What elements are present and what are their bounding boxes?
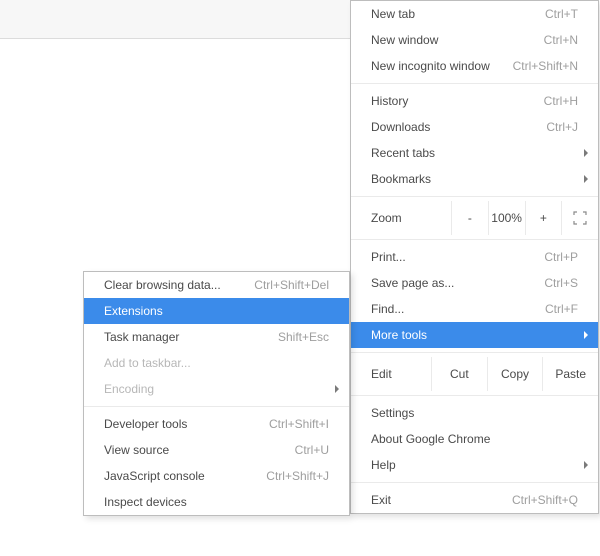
menu-item-label: Inspect devices (104, 494, 329, 510)
menu-item-bookmarks[interactable]: Bookmarks (351, 166, 598, 192)
menu-item-label: Exit (371, 492, 500, 508)
browser-toolbar-strip (0, 0, 350, 39)
menu-item-shortcut: Ctrl+T (533, 6, 578, 22)
menu-item-extensions[interactable]: Extensions (84, 298, 349, 324)
zoom-value: 100% (488, 201, 525, 235)
menu-item-label: JavaScript console (104, 468, 254, 484)
menu-item-settings[interactable]: Settings (351, 400, 598, 426)
submenu-arrow-icon (584, 461, 588, 469)
menu-item-shortcut: Ctrl+F (533, 301, 578, 317)
menu-item-save-page[interactable]: Save page as... Ctrl+S (351, 270, 598, 296)
menu-separator (351, 83, 598, 84)
menu-item-label: Help (371, 457, 578, 473)
menu-item-label: Add to taskbar... (104, 355, 329, 371)
edit-row: Edit Cut Copy Paste (351, 357, 598, 391)
menu-item-label: Clear browsing data... (104, 277, 242, 293)
menu-item-history[interactable]: History Ctrl+H (351, 88, 598, 114)
menu-item-clear-browsing-data[interactable]: Clear browsing data... Ctrl+Shift+Del (84, 272, 349, 298)
menu-separator (84, 406, 349, 407)
zoom-row: Zoom - 100% + (351, 201, 598, 235)
menu-item-label: History (371, 93, 532, 109)
menu-item-shortcut: Ctrl+Shift+N (501, 58, 578, 74)
menu-item-label: New tab (371, 6, 533, 22)
submenu-arrow-icon (584, 149, 588, 157)
menu-item-task-manager[interactable]: Task manager Shift+Esc (84, 324, 349, 350)
submenu-arrow-icon (584, 175, 588, 183)
menu-item-label: Find... (371, 301, 533, 317)
menu-separator (351, 482, 598, 483)
menu-item-encoding[interactable]: Encoding (84, 376, 349, 402)
menu-item-print[interactable]: Print... Ctrl+P (351, 244, 598, 270)
fullscreen-button[interactable] (561, 201, 598, 235)
menu-item-label: Save page as... (371, 275, 532, 291)
menu-item-shortcut: Ctrl+H (532, 93, 578, 109)
menu-item-label: Settings (371, 405, 578, 421)
menu-item-help[interactable]: Help (351, 452, 598, 478)
menu-item-label: More tools (371, 327, 578, 343)
menu-item-new-tab[interactable]: New tab Ctrl+T (351, 1, 598, 27)
menu-item-label: Downloads (371, 119, 534, 135)
paste-button[interactable]: Paste (542, 357, 598, 391)
menu-item-label: About Google Chrome (371, 431, 578, 447)
menu-item-shortcut: Ctrl+Shift+Q (500, 492, 578, 508)
menu-separator (351, 395, 598, 396)
main-menu: New tab Ctrl+T New window Ctrl+N New inc… (350, 0, 599, 514)
menu-item-developer-tools[interactable]: Developer tools Ctrl+Shift+I (84, 411, 349, 437)
menu-item-label: Bookmarks (371, 171, 578, 187)
menu-item-label: New incognito window (371, 58, 501, 74)
menu-item-shortcut: Ctrl+Shift+J (254, 468, 329, 484)
menu-item-new-window[interactable]: New window Ctrl+N (351, 27, 598, 53)
menu-item-label: New window (371, 32, 532, 48)
submenu-arrow-icon (335, 385, 339, 393)
menu-item-shortcut: Ctrl+Shift+I (257, 416, 329, 432)
menu-item-more-tools[interactable]: More tools (351, 322, 598, 348)
menu-item-recent-tabs[interactable]: Recent tabs (351, 140, 598, 166)
menu-item-shortcut: Ctrl+P (532, 249, 578, 265)
menu-separator (351, 239, 598, 240)
cut-button[interactable]: Cut (431, 357, 487, 391)
menu-separator (351, 196, 598, 197)
menu-item-view-source[interactable]: View source Ctrl+U (84, 437, 349, 463)
zoom-in-button[interactable]: + (525, 201, 562, 235)
menu-item-downloads[interactable]: Downloads Ctrl+J (351, 114, 598, 140)
menu-item-shortcut: Ctrl+Shift+Del (242, 277, 329, 293)
menu-item-label: Extensions (104, 303, 329, 319)
menu-item-label: Recent tabs (371, 145, 578, 161)
menu-item-label: Developer tools (104, 416, 257, 432)
menu-item-label: Encoding (104, 381, 329, 397)
menu-item-find[interactable]: Find... Ctrl+F (351, 296, 598, 322)
menu-item-label: Task manager (104, 329, 266, 345)
copy-button[interactable]: Copy (487, 357, 543, 391)
menu-item-shortcut: Ctrl+U (283, 442, 329, 458)
menu-item-shortcut: Shift+Esc (266, 329, 329, 345)
menu-item-exit[interactable]: Exit Ctrl+Shift+Q (351, 487, 598, 513)
menu-item-new-incognito[interactable]: New incognito window Ctrl+Shift+N (351, 53, 598, 79)
menu-separator (351, 352, 598, 353)
submenu-arrow-icon (584, 331, 588, 339)
menu-item-label: View source (104, 442, 283, 458)
menu-item-label: Print... (371, 249, 532, 265)
fullscreen-icon (573, 211, 587, 225)
menu-item-shortcut: Ctrl+J (534, 119, 578, 135)
menu-item-shortcut: Ctrl+N (532, 32, 578, 48)
more-tools-submenu: Clear browsing data... Ctrl+Shift+Del Ex… (83, 271, 350, 516)
menu-item-inspect-devices[interactable]: Inspect devices (84, 489, 349, 515)
zoom-out-button[interactable]: - (451, 201, 488, 235)
edit-label: Edit (351, 357, 431, 391)
menu-item-shortcut: Ctrl+S (532, 275, 578, 291)
zoom-label: Zoom (351, 201, 451, 235)
menu-item-add-to-taskbar: Add to taskbar... (84, 350, 349, 376)
menu-item-about[interactable]: About Google Chrome (351, 426, 598, 452)
menu-item-js-console[interactable]: JavaScript console Ctrl+Shift+J (84, 463, 349, 489)
